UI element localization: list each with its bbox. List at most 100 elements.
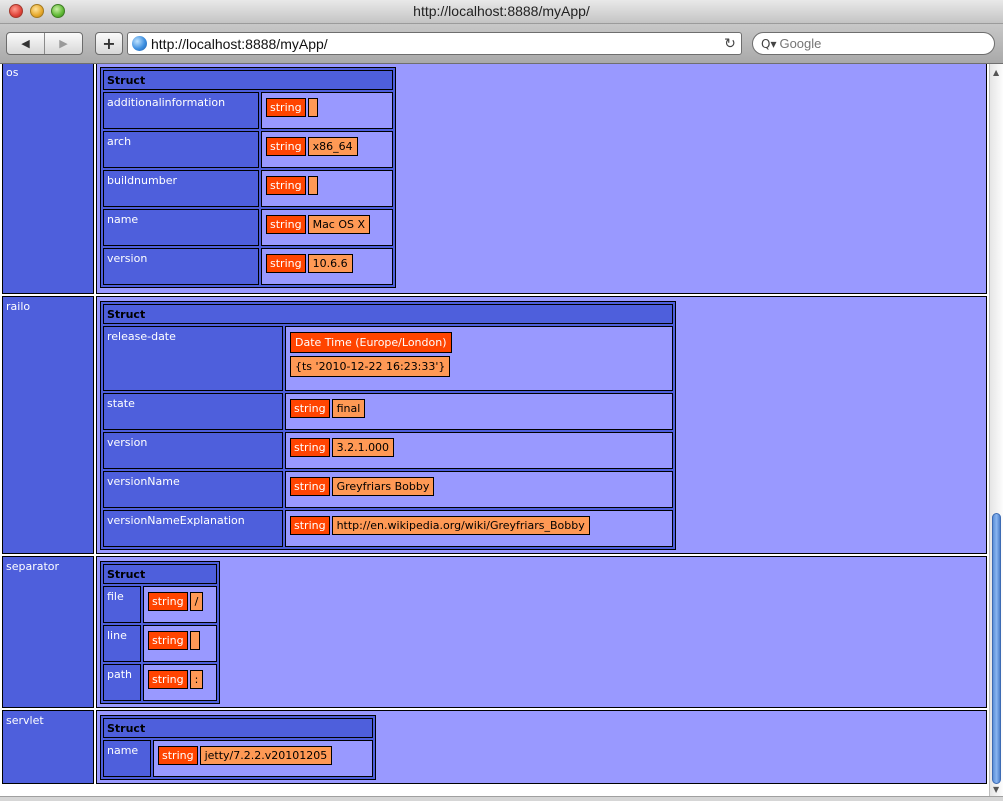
back-button[interactable]: ◀ [7, 33, 45, 54]
dump-outer-table: os Struct additionalinformation string a… [0, 64, 989, 786]
struct-value: string / [143, 586, 217, 623]
type-label: string [290, 438, 330, 457]
type-label: string [266, 98, 306, 117]
dump-value-os: Struct additionalinformation string arch… [96, 64, 987, 294]
struct-table-separator: Struct file string / line string path st… [100, 561, 220, 704]
dump-value-separator: Struct file string / line string path st… [96, 556, 987, 708]
struct-row: version string 3.2.1.000 [103, 432, 673, 469]
search-bar[interactable]: Q▾ [752, 32, 995, 55]
struct-key: version [103, 248, 259, 285]
dump-value-servlet: Struct name string jetty/7.2.2.v20101205 [96, 710, 987, 784]
dump-key-os: os [2, 64, 94, 294]
type-label: string [290, 516, 330, 535]
dump-value-railo: Struct release-date Date Time (Europe/Lo… [96, 296, 987, 554]
struct-value: string [261, 92, 393, 129]
string-value: http://en.wikipedia.org/wiki/Greyfriars_… [331, 516, 590, 535]
forward-button[interactable]: ▶ [45, 33, 82, 54]
struct-table-railo: Struct release-date Date Time (Europe/Lo… [100, 301, 676, 550]
struct-row: version string 10.6.6 [103, 248, 393, 285]
struct-header: Struct [103, 718, 373, 738]
struct-value: string x86_64 [261, 131, 393, 168]
struct-value: string jetty/7.2.2.v20101205 [153, 740, 373, 777]
struct-row: versionName string Greyfriars Bobby [103, 471, 673, 508]
struct-value: string http://en.wikipedia.org/wiki/Grey… [285, 510, 673, 547]
dump-key-servlet: servlet [2, 710, 94, 784]
type-label: string [148, 631, 188, 650]
struct-key: name [103, 740, 151, 777]
type-label: string [148, 670, 188, 689]
window-title-bar: http://localhost:8888/myApp/ [0, 0, 1003, 24]
struct-row: buildnumber string [103, 170, 393, 207]
struct-value: string 10.6.6 [261, 248, 393, 285]
scrollbar-thumb[interactable] [992, 513, 1001, 784]
struct-row: arch string x86_64 [103, 131, 393, 168]
struct-header: Struct [103, 70, 393, 90]
struct-table-servlet: Struct name string jetty/7.2.2.v20101205 [100, 715, 376, 780]
dump-row-servlet: servlet Struct name string jetty/7.2.2.v… [2, 710, 987, 784]
struct-table-os: Struct additionalinformation string arch… [100, 67, 396, 288]
struct-row: name string jetty/7.2.2.v20101205 [103, 740, 373, 777]
struct-row: state string final [103, 393, 673, 430]
reload-icon[interactable]: ↻ [719, 36, 741, 52]
struct-key: arch [103, 131, 259, 168]
string-value: x86_64 [307, 137, 358, 156]
string-value: final [331, 399, 366, 418]
string-value: : [189, 670, 204, 689]
struct-row: path string : [103, 664, 217, 701]
struct-value: string [143, 625, 217, 662]
address-bar[interactable]: http://localhost:8888/myApp/ ↻ [127, 32, 742, 55]
string-value [307, 98, 318, 117]
struct-key: path [103, 664, 141, 701]
datetime-value: {ts '2010-12-22 16:23:33'} [290, 356, 451, 377]
struct-row: versionNameExplanation string http://en.… [103, 510, 673, 547]
struct-value: string final [285, 393, 673, 430]
struct-value: string Greyfriars Bobby [285, 471, 673, 508]
struct-key: state [103, 393, 283, 430]
string-value: Greyfriars Bobby [331, 477, 435, 496]
dump-row-os: os Struct additionalinformation string a… [2, 64, 987, 294]
string-value: Mac OS X [307, 215, 371, 234]
type-label: string [158, 746, 198, 765]
string-value: / [189, 592, 204, 611]
struct-key: line [103, 625, 141, 662]
dump-row-separator: separator Struct file string / line stri… [2, 556, 987, 708]
scroll-up-icon[interactable]: ▲ [993, 68, 999, 77]
forward-arrow-icon: ▶ [59, 37, 68, 50]
struct-key: versionName [103, 471, 283, 508]
struct-row: additionalinformation string [103, 92, 393, 129]
string-value: 3.2.1.000 [331, 438, 395, 457]
struct-row: name string Mac OS X [103, 209, 393, 246]
scroll-down-icon[interactable]: ▼ [993, 785, 999, 794]
globe-icon [132, 36, 147, 51]
struct-key: name [103, 209, 259, 246]
struct-key: file [103, 586, 141, 623]
browser-toolbar: ◀ ▶ + http://localhost:8888/myApp/ ↻ Q▾ [0, 24, 1003, 64]
dump-row-railo: railo Struct release-date Date Time (Eur… [2, 296, 987, 554]
datetime-type-label: Date Time (Europe/London) [290, 332, 452, 353]
dump-key-railo: railo [2, 296, 94, 554]
add-bookmark-button[interactable]: + [95, 32, 123, 55]
string-value [189, 631, 200, 650]
nav-button-group: ◀ ▶ [6, 32, 83, 55]
struct-header: Struct [103, 564, 217, 584]
window-bottom-edge [0, 796, 1003, 801]
type-label: string [266, 137, 306, 156]
back-arrow-icon: ◀ [21, 37, 30, 50]
type-label: string [266, 176, 306, 195]
address-bar-url[interactable]: http://localhost:8888/myApp/ [151, 36, 719, 52]
search-input[interactable] [779, 36, 970, 51]
struct-value: string [261, 170, 393, 207]
struct-value: string 3.2.1.000 [285, 432, 673, 469]
type-label: string [290, 477, 330, 496]
type-label: string [266, 215, 306, 234]
type-label: string [148, 592, 188, 611]
type-label: string [290, 399, 330, 418]
vertical-scrollbar[interactable]: ▲ ▼ [989, 64, 1003, 796]
struct-value: Date Time (Europe/London) {ts '2010-12-2… [285, 326, 673, 391]
type-label: string [266, 254, 306, 273]
struct-key: additionalinformation [103, 92, 259, 129]
struct-value: string Mac OS X [261, 209, 393, 246]
plus-icon: + [102, 34, 116, 53]
struct-row: line string [103, 625, 217, 662]
search-icon[interactable]: Q▾ [761, 37, 776, 51]
